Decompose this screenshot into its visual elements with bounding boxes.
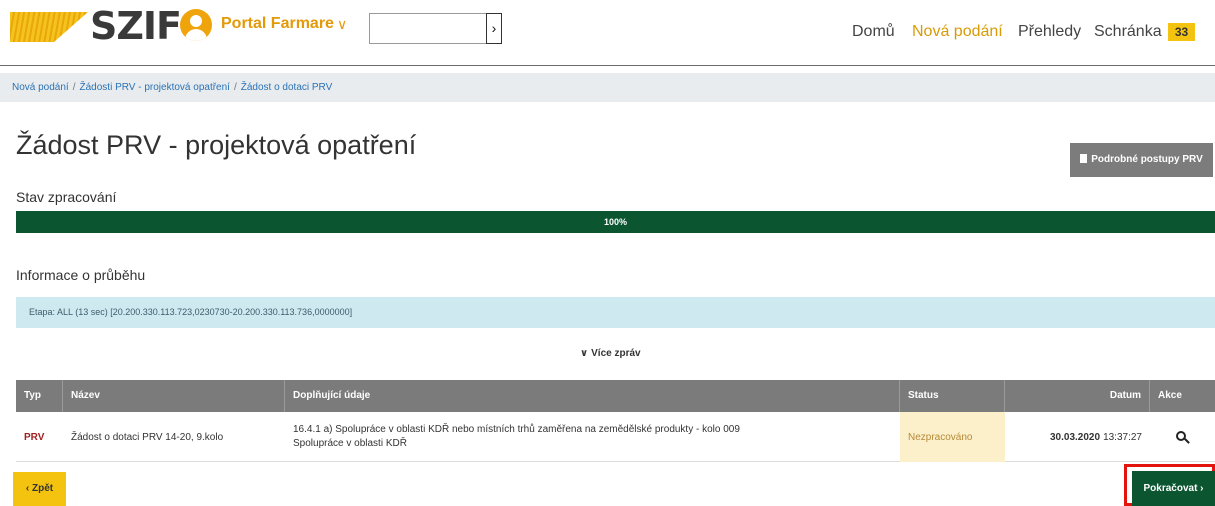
progress-fill: 100% — [16, 211, 1215, 233]
detailed-procedures-button[interactable]: Podrobné postupy PRV — [1070, 143, 1213, 177]
schranka-count-badge[interactable]: 33 — [1168, 23, 1195, 41]
more-messages-label: Více zpráv — [591, 348, 641, 359]
document-icon — [1080, 154, 1088, 163]
cell-akce — [1150, 412, 1215, 462]
cell-nazev: Žádost o dotaci PRV 14-20, 9.kolo — [71, 431, 224, 443]
breadcrumb: Nová podání / Žádosti PRV - projektová opa… — [0, 73, 1215, 102]
search-submit-button[interactable]: › — [486, 13, 502, 44]
processing-progress-bar: 100% — [16, 211, 1215, 233]
breadcrumb-item-zadost-o-dotaci[interactable]: Žádost o dotaci PRV — [241, 82, 333, 93]
cell-doplnujici: 16.4.1 a) Spolupráce v oblasti KDŘ nebo … — [285, 412, 900, 462]
table-row: PRV Žádost o dotaci PRV 14-20, 9.kolo 16… — [16, 412, 1215, 462]
chevron-down-icon[interactable]: ∨ — [337, 14, 347, 34]
column-header-akce: Akce — [1158, 390, 1182, 401]
table-header: Typ Název Doplňující údaje Status Datum … — [16, 380, 1215, 412]
back-button[interactable]: ‹ Zpět — [13, 472, 66, 506]
nav-prehledy[interactable]: Přehledy — [1018, 22, 1081, 42]
progress-info-label: Informace o průběhu — [16, 267, 146, 283]
user-avatar-icon[interactable] — [180, 9, 212, 41]
processing-status-label: Stav zpracování — [16, 189, 117, 205]
column-header-nazev[interactable]: Název — [63, 380, 285, 412]
breadcrumb-separator: / — [72, 82, 76, 93]
continue-button[interactable]: Pokračovat › — [1132, 471, 1215, 506]
cell-datum-date: 30.03.2020 — [1050, 431, 1101, 443]
szif-logo-text[interactable]: SZIF — [90, 6, 182, 46]
cell-doplnujici-line2: Spolupráce v oblasti KDŘ — [293, 438, 407, 449]
column-header-datum[interactable]: Datum — [1005, 380, 1150, 412]
page-title: Žádost PRV - projektová opatření — [16, 130, 417, 160]
cell-status: Nezpracováno — [900, 412, 1005, 462]
cell-datum: 30.03.2020 13:37:27 — [1005, 412, 1150, 462]
cell-doplnujici-line1: 16.4.1 a) Spolupráce v oblasti KDŘ nebo … — [293, 424, 740, 435]
column-header-typ[interactable]: Typ — [16, 380, 63, 412]
cell-datum-time: 13:37:27 — [1103, 431, 1142, 443]
breadcrumb-item-zadosti-prv[interactable]: Žádosti PRV - projektová opatření — [80, 82, 230, 93]
cell-typ: PRV — [24, 431, 45, 443]
szif-logo-field-graphic — [10, 12, 88, 42]
chevron-down-icon: ∨ — [580, 348, 589, 359]
more-messages-toggle[interactable]: ∨ Více zpráv — [580, 346, 641, 362]
header-search-input[interactable] — [369, 13, 486, 44]
breadcrumb-item-nova-podani[interactable]: Nová podání — [12, 82, 69, 93]
portal-farmare-menu[interactable]: Portal Farmare — [221, 14, 334, 34]
breadcrumb-separator: / — [233, 82, 237, 93]
detailed-procedures-label: Podrobné postupy PRV — [1091, 154, 1203, 165]
nav-nova-podani[interactable]: Nová podání — [912, 22, 1003, 42]
top-header: SZIF Portal Farmare ∨ › Domů Nová podání… — [0, 0, 1215, 66]
nav-schranka[interactable]: Schránka — [1094, 22, 1162, 42]
search-icon[interactable] — [1176, 430, 1190, 444]
stage-info-message: Etapa: ALL (13 sec) [20.200.330.113.723,… — [16, 297, 1215, 328]
nav-domu[interactable]: Domů — [852, 22, 895, 42]
column-header-doplnujici[interactable]: Doplňující údaje — [285, 380, 900, 412]
column-header-status[interactable]: Status — [900, 380, 1005, 412]
